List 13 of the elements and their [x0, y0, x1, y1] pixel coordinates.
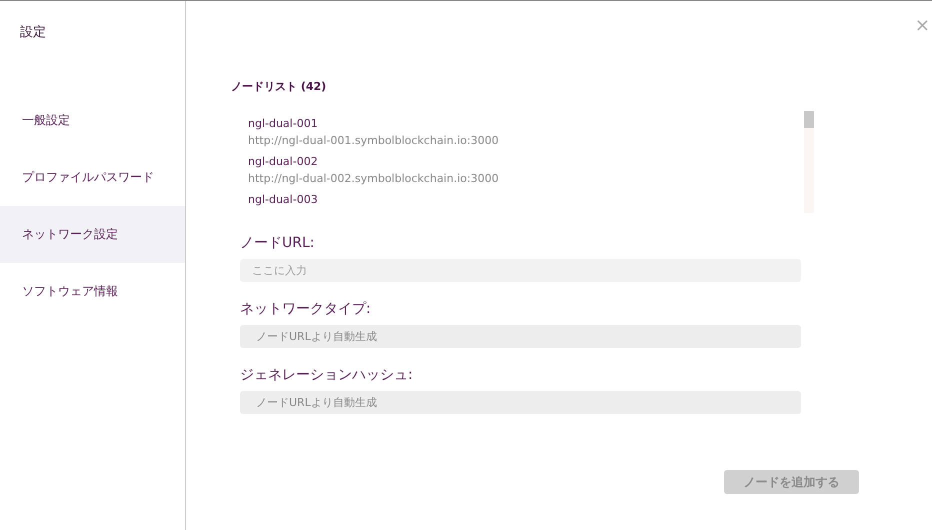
field-label: ノードURL:	[240, 234, 316, 252]
node-url: http://ngl-dual-002.symbolblockchain.io:3000	[248, 170, 499, 186]
field-label: ネットワークタイプ:	[240, 300, 372, 318]
field-label: ジェネレーションハッシュ:	[240, 366, 414, 384]
sidebar-item[interactable]: ネットワーク設定	[0, 206, 185, 262]
node-url: http://ngl-dual-001.symbolblockchain.io:3000	[248, 132, 499, 148]
node-name[interactable]: ngl-dual-003	[248, 190, 318, 208]
node-name[interactable]: ngl-dual-002	[248, 152, 318, 170]
input-field[interactable]: ここに入力	[240, 258, 801, 282]
scrollbar[interactable]	[804, 110, 814, 212]
node-list-title: ノードリスト (42)	[231, 79, 328, 95]
sidebar-title: 設定	[19, 24, 47, 42]
node-name[interactable]: ngl-dual-001	[248, 114, 318, 132]
